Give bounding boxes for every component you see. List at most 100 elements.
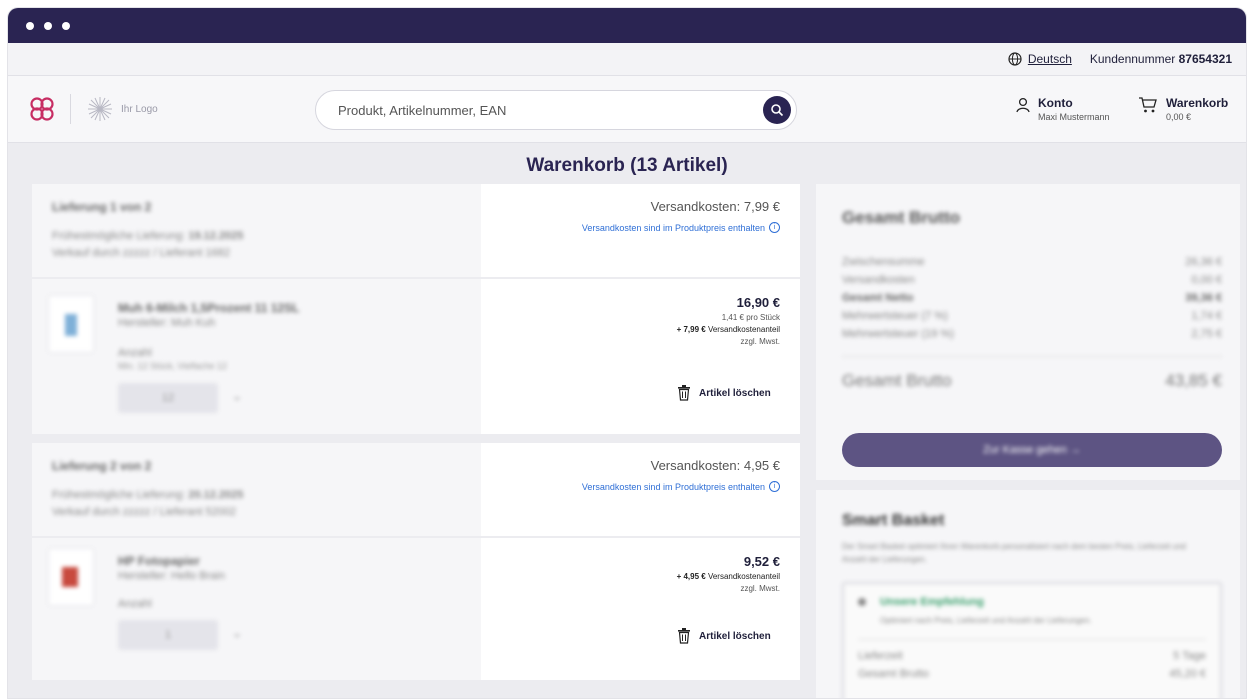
- product-image[interactable]: [48, 548, 94, 606]
- earliest-date: 20.12.2025: [188, 489, 244, 501]
- search-button[interactable]: [763, 96, 791, 124]
- recommendation-row-value: 5 Tage: [1173, 650, 1206, 662]
- qty-label: Anzahl: [118, 347, 152, 359]
- delete-item-button[interactable]: Artikel löschen: [677, 385, 771, 401]
- summary-row-label: Zwischensumme: [842, 256, 925, 268]
- chevron-down-icon[interactable]: ⌄: [232, 389, 242, 403]
- quantity-input[interactable]: 12: [118, 383, 218, 413]
- delivery-heading: Lieferung 2 von 2: [52, 459, 152, 473]
- account-name: Maxi Mustermann: [1038, 112, 1110, 122]
- earliest-label: Frühestmögliche Lieferung:: [52, 489, 186, 501]
- delivery-heading: Lieferung 1 von 2: [52, 200, 152, 214]
- summary-row-value: 1,74 €: [1191, 310, 1222, 322]
- shipping-note-text[interactable]: Versandkosten sind im Produktpreis entha…: [582, 223, 765, 233]
- shipping-share-label: Versandkostenanteil: [707, 572, 780, 581]
- product-name[interactable]: Muh 6-Milch 1,5Prozent 11 12SL: [118, 301, 299, 315]
- summary-row-label: Versandkosten: [842, 274, 915, 286]
- cart-total: 0,00 €: [1166, 112, 1192, 122]
- search-bar[interactable]: [315, 90, 797, 130]
- order-summary-blurred: Gesamt Brutto Zwischensumme 26,36 € Versa…: [816, 184, 1240, 391]
- globe-icon: [1008, 52, 1022, 66]
- product-image-graphic: [62, 567, 78, 587]
- product-sub: Hersteller: Muh Kuh: [118, 317, 216, 329]
- summary-row-value: 26,36 €: [1185, 256, 1222, 268]
- search-input[interactable]: [336, 101, 740, 119]
- checkout-label[interactable]: Zur Kasse gehen →: [983, 444, 1081, 456]
- earliest-date: 19.12.2025: [188, 230, 244, 242]
- product-name[interactable]: HP Fotopapier: [118, 554, 200, 568]
- summary-row: Versandkosten 0,00 €: [842, 274, 1222, 286]
- recommendation-row-label: Lieferzeit: [858, 650, 903, 662]
- recommendation-row: Lieferzeit 5 Tage: [858, 650, 1206, 662]
- window-dot[interactable]: [62, 21, 70, 30]
- product-sub: Hersteller: Hello Brain: [118, 570, 225, 582]
- trash-icon: [678, 385, 690, 401]
- vat-note: zzgl. Mwst.: [740, 337, 780, 346]
- summary-row: Mehrwertsteuer (7 %) 1,74 €: [842, 310, 1222, 322]
- vat-note: zzgl. Mwst.: [740, 584, 780, 593]
- summary-row-label: Mehrwertsteuer (7 %): [842, 310, 948, 322]
- product-price: 9,52 €: [743, 554, 780, 569]
- checkout-button[interactable]: Zur Kasse gehen →: [842, 433, 1222, 467]
- window-dot[interactable]: [26, 21, 34, 30]
- info-icon[interactable]: i: [769, 222, 780, 233]
- shipping-share: + 7,99 € Versandkostenanteil: [501, 325, 780, 334]
- delivery-2-price: 9,52 € + 4,95 € Versandkostenanteil zzgl…: [481, 538, 800, 680]
- recommendation-row-label: Gesamt Brutto: [858, 668, 929, 680]
- summary-row-value: 0,00 €: [1191, 274, 1222, 286]
- product-price: 16,90 €: [736, 295, 780, 310]
- customer-number: Kundennummer 87654321: [1090, 52, 1232, 66]
- product-image[interactable]: [48, 295, 94, 353]
- brand-divider: [70, 94, 71, 124]
- shipping-share-amount: + 4,95 €: [676, 572, 706, 581]
- partner-logo: Ihr Logo: [87, 96, 158, 122]
- chevron-down-icon[interactable]: ⌄: [232, 626, 242, 640]
- shipping-share: + 4,95 € Versandkostenanteil: [501, 572, 780, 581]
- shipping-note-text[interactable]: Versandkosten sind im Produktpreis entha…: [582, 482, 765, 492]
- quantity-input[interactable]: 1: [118, 620, 218, 650]
- delivery-2-shipping: Versandkosten: 4,95 € Versandkosten sind…: [481, 443, 800, 536]
- delete-label[interactable]: Artikel löschen: [699, 631, 771, 642]
- summary-title: Gesamt Brutto: [842, 208, 961, 227]
- summary-row: Mehrwertsteuer (19 %) 2,75 €: [842, 328, 1222, 340]
- summary-total: Gesamt Brutto 43,85 €: [842, 371, 1222, 391]
- summary-row-value: 2,75 €: [1191, 328, 1222, 340]
- product-image-graphic: [65, 314, 77, 336]
- language-label[interactable]: Deutsch: [1028, 52, 1072, 66]
- delete-label[interactable]: Artikel löschen: [699, 388, 771, 399]
- shipping-share-label: Versandkostenanteil: [707, 325, 780, 334]
- top-utility-bar: Deutsch Kundennummer 87654321: [8, 43, 1246, 76]
- delivery-2-details: Lieferung 2 von 2 Frühestmögliche Liefer…: [32, 443, 481, 534]
- cart-icon: [1139, 97, 1157, 113]
- radio-icon[interactable]: [858, 598, 866, 606]
- recommendation-text: Optimiert nach Preis, Lieferzeit und Anz…: [880, 616, 1092, 625]
- recommendation-divider: [858, 639, 1206, 640]
- shipping-cost: Versandkosten: 7,99 €: [650, 199, 780, 214]
- delivery-1-info: Lieferung 1 von 2 Frühestmögliche Liefer…: [32, 184, 481, 277]
- shipping-note[interactable]: Versandkosten sind im Produktpreis entha…: [501, 222, 780, 233]
- shipping-cost: Versandkosten: 4,95 €: [650, 458, 780, 473]
- summary-total-value: 43,85 €: [1165, 371, 1222, 390]
- smart-basket-description: Der Smart Basket optimiert Ihren Warenko…: [842, 542, 1186, 564]
- smart-basket: Smart Basket Der Smart Basket optimiert …: [816, 490, 1240, 698]
- brand-logo-icon[interactable]: [28, 95, 56, 123]
- recommendation-row-value: 45,20 €: [1169, 668, 1206, 680]
- recommendation-title: Unsere Empfehlung: [880, 596, 984, 608]
- delete-item-button[interactable]: Artikel löschen: [677, 628, 771, 644]
- brand-area[interactable]: Ihr Logo: [28, 94, 158, 124]
- info-icon[interactable]: i: [769, 481, 780, 492]
- delivery-1-price: 16,90 € 1,41 € pro Stück + 7,99 € Versan…: [481, 279, 800, 434]
- delivery-earliest: Frühestmögliche Lieferung: 19.12.2025: [52, 230, 461, 242]
- cart-link[interactable]: Warenkorb 0,00 €: [1138, 96, 1228, 122]
- recommendation-row: Gesamt Brutto 45,20 €: [858, 668, 1206, 680]
- recommendation-card[interactable]: Unsere Empfehlung Optimiert nach Preis, …: [842, 582, 1222, 698]
- language-selector[interactable]: Deutsch: [1008, 52, 1072, 66]
- qty-label: Anzahl: [118, 598, 152, 610]
- window-dot[interactable]: [44, 21, 52, 30]
- account-link[interactable]: Konto Maxi Mustermann: [1016, 96, 1110, 122]
- delivery-seller: Verkauf durch zzzzz / Lieferant 1682: [52, 247, 230, 259]
- shipping-note[interactable]: Versandkosten sind im Produktpreis entha…: [501, 481, 780, 492]
- delivery-1-shipping: Versandkosten: 7,99 € Versandkosten sind…: [481, 184, 800, 277]
- page-title: Warenkorb (13 Artikel): [526, 155, 728, 176]
- summary-row-value: 39,36 €: [1185, 292, 1222, 304]
